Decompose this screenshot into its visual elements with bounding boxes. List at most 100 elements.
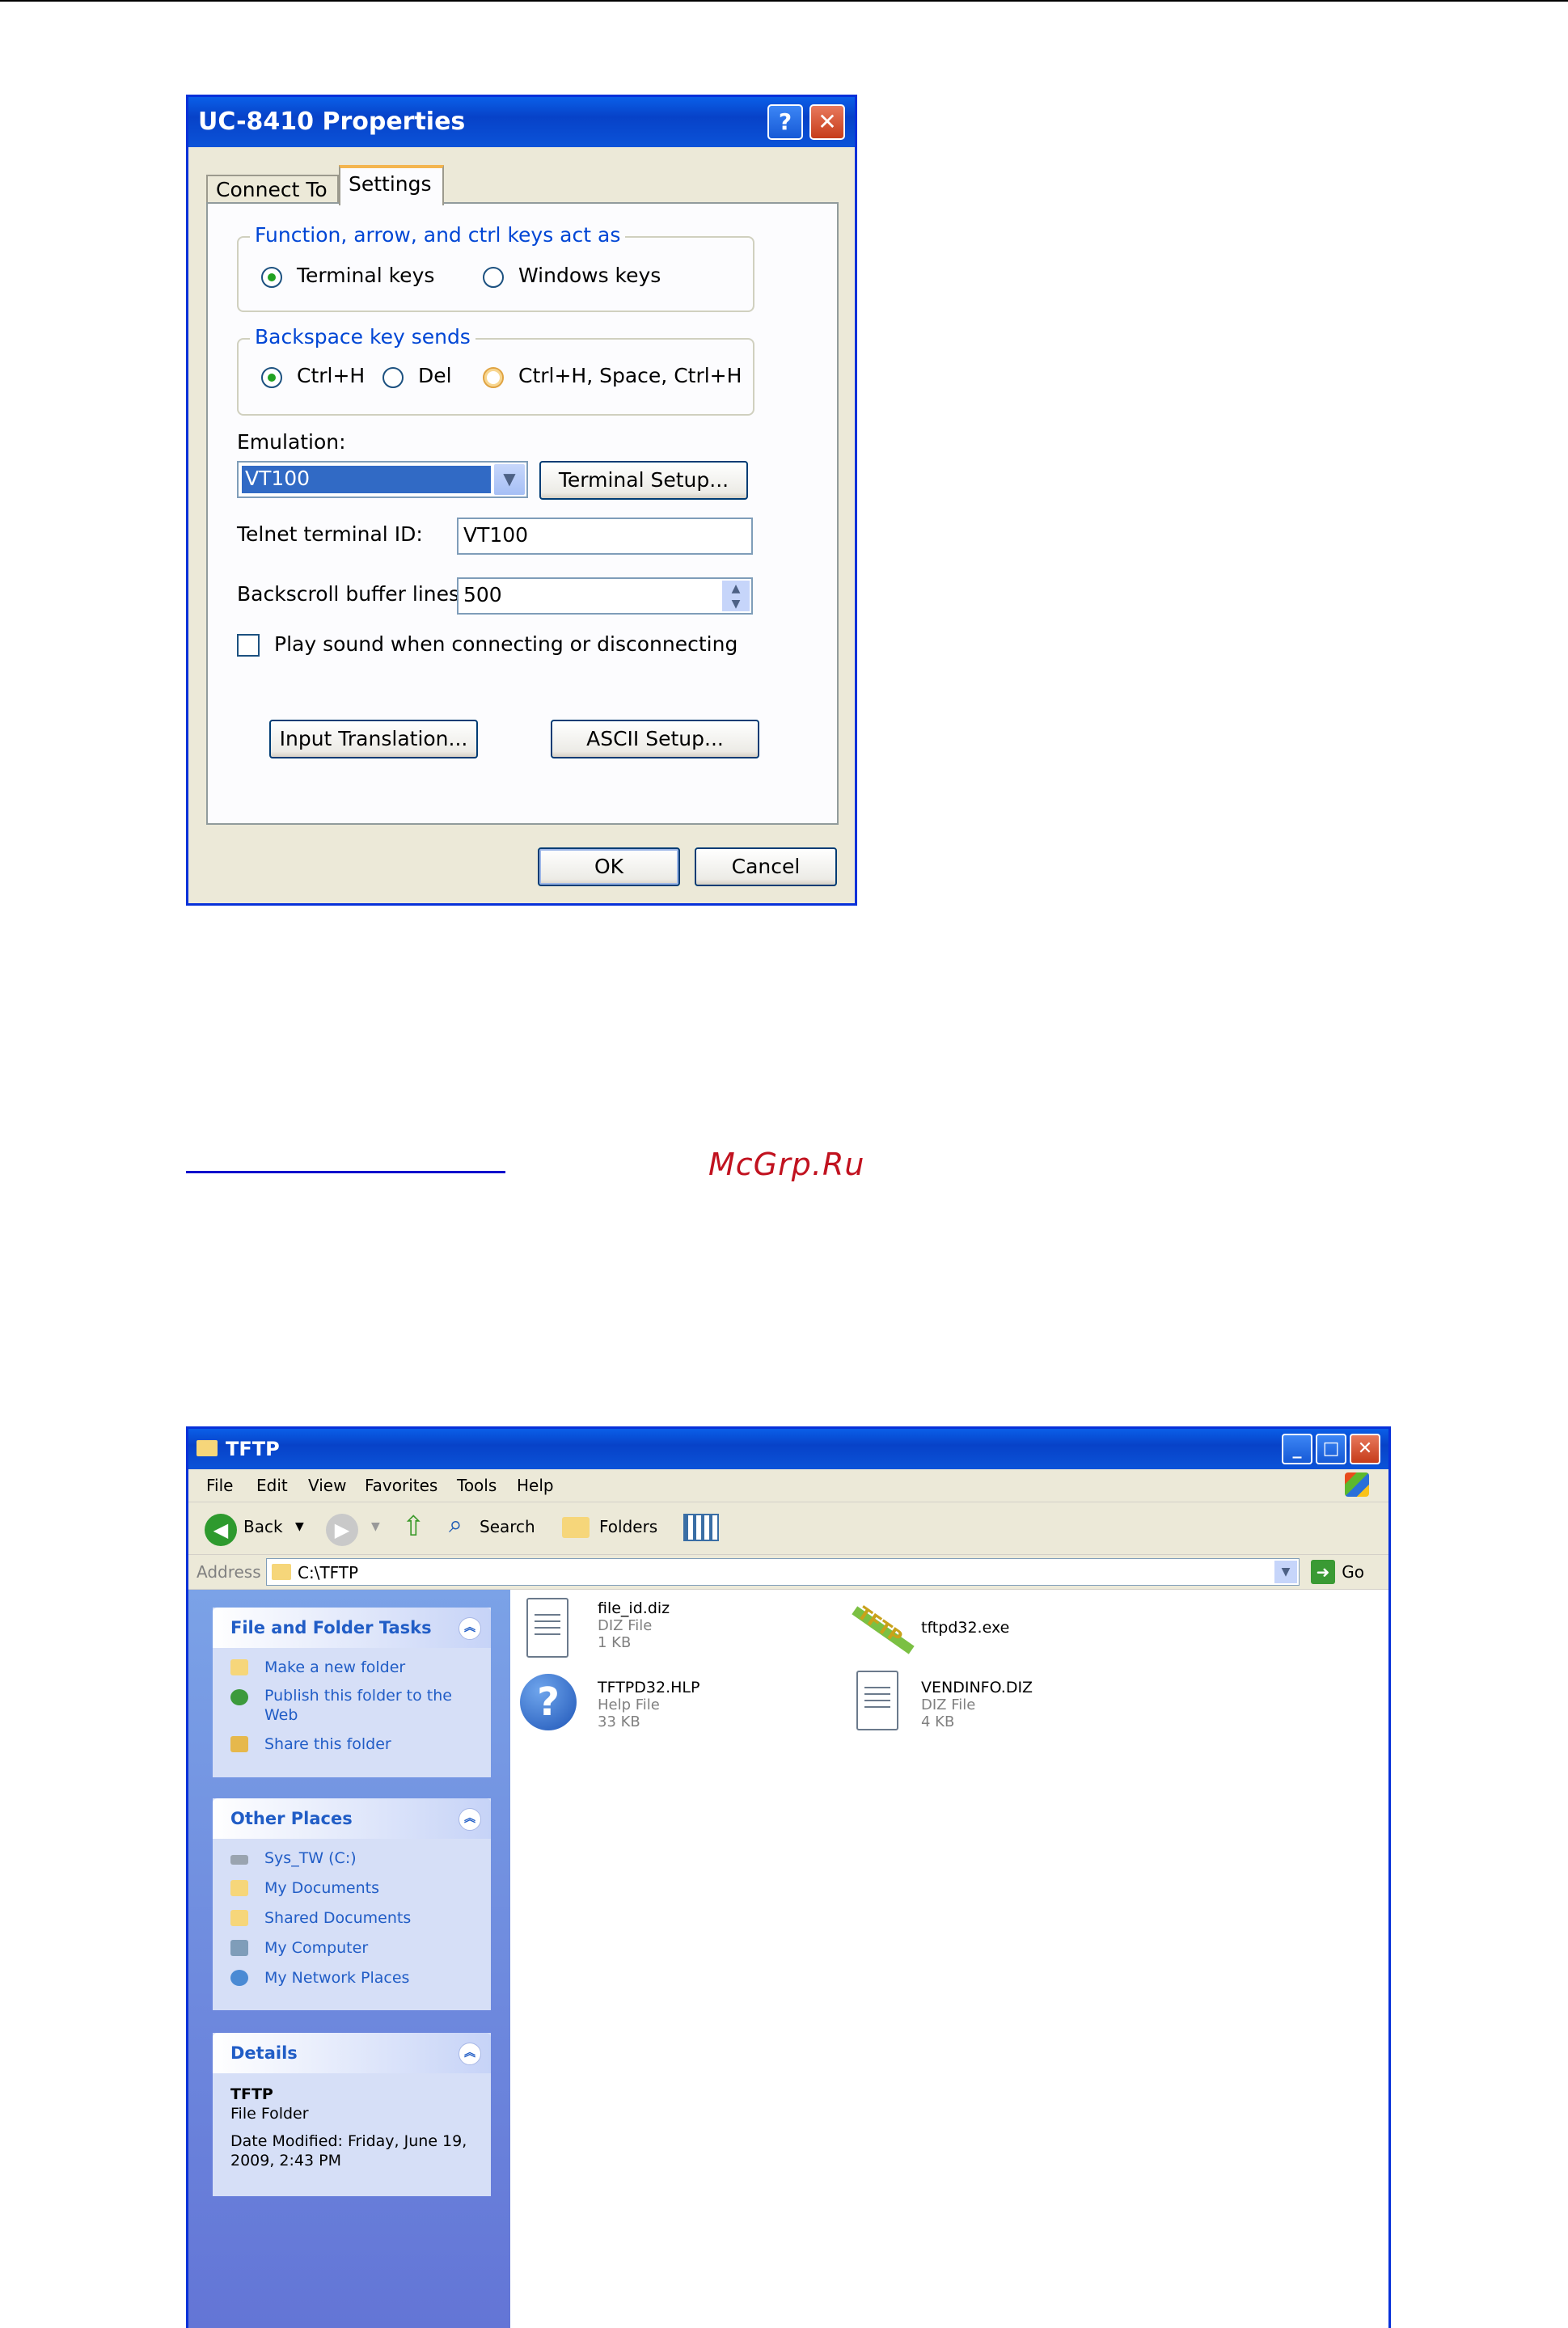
radio-ctrl-h[interactable] [261, 367, 282, 388]
menu-file[interactable]: File [206, 1476, 233, 1495]
task-publish[interactable]: Publish this folder to the Web [213, 1683, 463, 1730]
keys-group-title: Function, arrow, and ctrl keys act as [250, 223, 626, 247]
radio-ctrl-h-label[interactable]: Ctrl+H [297, 364, 365, 387]
telnet-id-field[interactable]: VT100 [457, 518, 753, 555]
up-folder-icon[interactable]: ⇧ [402, 1510, 425, 1543]
tab-settings[interactable]: Settings [339, 165, 444, 205]
help-icon: ? [778, 108, 792, 135]
tab-connect-to[interactable]: Connect To [206, 175, 339, 204]
terminal-setup-button[interactable]: Terminal Setup... [539, 461, 748, 500]
ascii-setup-button[interactable]: ASCII Setup... [551, 720, 759, 758]
maximize-icon: □ [1322, 1439, 1340, 1459]
play-sound-checkbox[interactable] [237, 634, 260, 657]
folder-icon [272, 1564, 291, 1580]
task-make-folder[interactable]: Make a new folder [213, 1653, 491, 1683]
address-field[interactable]: C:\TFTP ▼ [266, 1558, 1300, 1586]
globe-icon [230, 1689, 248, 1705]
menu-help[interactable]: Help [517, 1476, 554, 1495]
minimize-icon: _ [1292, 1439, 1302, 1459]
collapse-chevron-icon[interactable]: ︽ [459, 1617, 481, 1640]
tasks-box-header[interactable]: File and Folder Tasks ︽ [213, 1608, 491, 1648]
text-document-icon [856, 1671, 898, 1730]
close-button[interactable]: ✕ [809, 104, 845, 140]
back-dropdown-icon[interactable]: ▼ [295, 1520, 304, 1533]
tasks-box: File and Folder Tasks ︽ Make a new folde… [213, 1608, 491, 1777]
radio-terminal-keys[interactable] [261, 267, 282, 288]
close-window-button[interactable]: ✕ [1350, 1434, 1380, 1464]
radio-ctrl-h-space-label[interactable]: Ctrl+H, Space, Ctrl+H [518, 364, 742, 387]
file-type: DIZ File [598, 1617, 653, 1634]
radio-ctrl-h-space[interactable] [483, 367, 504, 388]
input-translation-button[interactable]: Input Translation... [269, 720, 478, 758]
menu-favorites[interactable]: Favorites [365, 1476, 437, 1495]
emulation-combo[interactable]: VT100 ▼ [237, 461, 528, 498]
maximize-button[interactable]: □ [1316, 1434, 1346, 1464]
file-name: VENDINFO.DIZ [921, 1679, 1033, 1696]
tftp-app-icon: TFTP [843, 1596, 915, 1664]
page-top-rule [0, 0, 1568, 2]
views-icon[interactable] [683, 1514, 719, 1541]
help-file-icon: ? [520, 1674, 577, 1730]
spinner-buttons[interactable]: ▲ ▼ [722, 581, 750, 611]
hyperlink-underline[interactable] [186, 1171, 505, 1173]
chevron-down-icon[interactable]: ▼ [494, 464, 525, 495]
back-arrow-icon[interactable]: ◀ [205, 1514, 237, 1546]
toolbar: ◀ Back ▼ ▶ ▼ ⇧ ⌕ Search Folders [188, 1502, 1388, 1555]
new-folder-icon [230, 1659, 248, 1675]
spin-down-icon[interactable]: ▼ [722, 596, 750, 611]
file-name: tftpd32.exe [921, 1619, 1010, 1637]
close-icon: ✕ [818, 108, 837, 135]
ok-button[interactable]: OK [538, 847, 680, 886]
radio-del[interactable] [382, 367, 404, 388]
other-places-header[interactable]: Other Places ︽ [213, 1798, 491, 1839]
other-places-title: Other Places [230, 1809, 353, 1828]
address-bar: Address C:\TFTP ▼ ➜ Go [188, 1555, 1388, 1590]
radio-del-label[interactable]: Del [418, 364, 452, 387]
play-sound-label[interactable]: Play sound when connecting or disconnect… [274, 632, 738, 656]
place-drive-c[interactable]: Sys_TW (C:) [213, 1844, 491, 1874]
search-icon[interactable]: ⌕ [449, 1510, 463, 1539]
help-button[interactable]: ? [767, 104, 803, 140]
minimize-button[interactable]: _ [1282, 1434, 1312, 1464]
place-network[interactable]: My Network Places [213, 1963, 491, 1993]
collapse-chevron-icon[interactable]: ︽ [459, 2043, 481, 2065]
place-my-documents[interactable]: My Documents [213, 1874, 491, 1903]
menu-bar: File Edit View Favorites Tools Help [188, 1469, 1388, 1502]
radio-windows-keys-label[interactable]: Windows keys [518, 264, 661, 287]
drive-icon [230, 1855, 248, 1865]
dialog-titlebar[interactable]: UC-8410 Properties ? ✕ [188, 97, 855, 147]
file-name: TFTPD32.HLP [598, 1679, 700, 1696]
go-arrow-icon[interactable]: ➜ [1311, 1560, 1335, 1584]
collapse-chevron-icon[interactable]: ︽ [459, 1808, 481, 1831]
folders-icon[interactable] [562, 1517, 590, 1538]
details-name: TFTP [230, 2085, 273, 2103]
cancel-button[interactable]: Cancel [695, 847, 837, 886]
place-shared-documents[interactable]: Shared Documents [213, 1903, 491, 1933]
details-header[interactable]: Details ︽ [213, 2033, 491, 2073]
details-title: Details [230, 2043, 298, 2063]
forward-dropdown-icon[interactable]: ▼ [371, 1520, 380, 1533]
menu-edit[interactable]: Edit [256, 1476, 288, 1495]
backscroll-stepper[interactable]: 500 ▲ ▼ [457, 577, 753, 615]
forward-arrow-icon[interactable]: ▶ [326, 1514, 358, 1546]
explorer-titlebar[interactable]: TFTP _ □ ✕ [188, 1429, 1388, 1469]
file-size: 1 KB [598, 1634, 632, 1651]
go-button[interactable]: Go [1342, 1562, 1364, 1582]
menu-view[interactable]: View [308, 1476, 346, 1495]
keys-group: Function, arrow, and ctrl keys act as Te… [237, 223, 754, 312]
menu-tools[interactable]: Tools [457, 1476, 497, 1495]
place-my-computer[interactable]: My Computer [213, 1933, 491, 1963]
search-button[interactable]: Search [480, 1517, 535, 1536]
task-share[interactable]: Share this folder [213, 1730, 491, 1760]
back-button[interactable]: Back [243, 1517, 283, 1536]
spin-up-icon[interactable]: ▲ [722, 581, 750, 596]
details-box: Details ︽ TFTP File Folder Date Modified… [213, 2033, 491, 2196]
explorer-window: TFTP _ □ ✕ File Edit View Favorites Tool… [186, 1426, 1391, 2328]
folders-button[interactable]: Folders [599, 1517, 657, 1536]
radio-terminal-keys-label[interactable]: Terminal keys [297, 264, 434, 287]
share-folder-icon [230, 1736, 248, 1752]
emulation-value: VT100 [242, 466, 491, 493]
properties-dialog: UC-8410 Properties ? ✕ Connect To Settin… [186, 95, 857, 906]
chevron-down-icon[interactable]: ▼ [1274, 1561, 1297, 1583]
radio-windows-keys[interactable] [483, 267, 504, 288]
